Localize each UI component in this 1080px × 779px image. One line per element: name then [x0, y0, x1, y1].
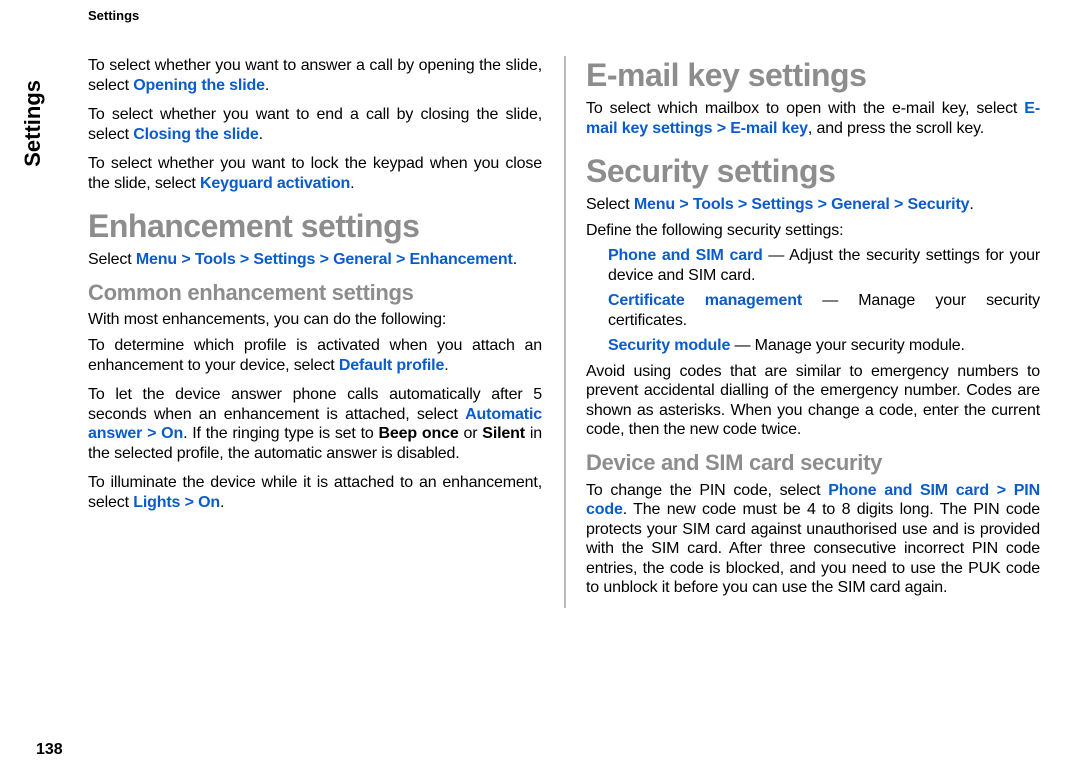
para-avoid-codes: Avoid using codes that are similar to em…	[586, 362, 1040, 440]
column-left: To select whether you want to answer a c…	[88, 56, 542, 608]
para-most-enhancements: With most enhancements, you can do the f…	[88, 310, 542, 330]
link-on: On	[161, 425, 183, 442]
text: To select which mailbox to open with the…	[586, 100, 1024, 117]
link-email-key: E-mail key	[730, 120, 808, 137]
link-enhancement: Enhancement	[409, 251, 512, 268]
link-tools: Tools	[195, 251, 236, 268]
link-phone-and-sim: Phone and SIM card	[608, 247, 763, 264]
link-phone-and-sim: Phone and SIM card	[828, 482, 989, 499]
heading-security-settings: Security settings	[586, 152, 1040, 191]
chevron-icon: >	[712, 120, 730, 137]
chevron-icon: >	[989, 482, 1014, 499]
page: Settings Settings 138 To select whether …	[0, 0, 1080, 779]
nav-path-security: Select Menu > Tools > Settings > General…	[586, 195, 1040, 215]
para-pin-code: To change the PIN code, select Phone and…	[586, 481, 1040, 598]
para-automatic-answer: To let the device answer phone calls aut…	[88, 385, 542, 463]
text: .	[969, 196, 973, 213]
link-beep-once: Beep once	[379, 425, 459, 442]
para-answer-call: To select whether you want to answer a c…	[88, 56, 542, 95]
para-end-call: To select whether you want to end a call…	[88, 105, 542, 144]
chevron-icon: >	[813, 196, 831, 213]
text: .	[220, 494, 224, 511]
chevron-icon: >	[180, 494, 198, 511]
running-header: Settings	[88, 8, 139, 23]
link-tools: Tools	[693, 196, 734, 213]
text: — Manage your security module.	[730, 337, 965, 354]
sidebar-chapter-label: Settings	[20, 80, 46, 167]
heading-email-key-settings: E-mail key settings	[586, 56, 1040, 95]
para-default-profile: To determine which profile is activated …	[88, 336, 542, 375]
link-general: General	[333, 251, 392, 268]
link-certificate-management: Certificate management	[608, 292, 802, 309]
text: Select	[88, 251, 136, 268]
text: or	[459, 425, 483, 442]
text: .	[259, 126, 263, 143]
link-opening-slide: Opening the slide	[133, 77, 265, 94]
link-menu: Menu	[634, 196, 675, 213]
link-silent: Silent	[482, 425, 525, 442]
link-general: General	[831, 196, 890, 213]
link-menu: Menu	[136, 251, 177, 268]
chevron-icon: >	[177, 251, 195, 268]
heading-device-sim-security: Device and SIM card security	[586, 450, 1040, 477]
link-on: On	[198, 494, 220, 511]
link-default-profile: Default profile	[339, 357, 444, 374]
column-right: E-mail key settings To select which mail…	[564, 56, 1040, 608]
li-cert-mgmt: Certificate management — Manage your sec…	[608, 291, 1040, 330]
nav-path-enhancement: Select Menu > Tools > Settings > General…	[88, 250, 542, 270]
chevron-icon: >	[142, 425, 161, 442]
heading-enhancement-settings: Enhancement settings	[88, 207, 542, 246]
two-column-layout: To select whether you want to answer a c…	[88, 56, 1040, 608]
text: .	[513, 251, 517, 268]
text: .	[265, 77, 269, 94]
link-security: Security	[907, 196, 969, 213]
para-email-key: To select which mailbox to open with the…	[586, 99, 1040, 138]
text: , and press the scroll key.	[808, 120, 984, 137]
page-number: 138	[36, 741, 63, 759]
text: To determine which profile is activated …	[88, 337, 542, 374]
text: . The new code must be 4 to 8 digits lon…	[586, 501, 1040, 596]
link-settings: Settings	[751, 196, 813, 213]
chevron-icon: >	[236, 251, 254, 268]
li-security-module: Security module — Manage your security m…	[608, 336, 1040, 356]
chevron-icon: >	[890, 196, 908, 213]
text: .	[444, 357, 448, 374]
text: . If the ringing type is set to	[183, 425, 378, 442]
text: To change the PIN code, select	[586, 482, 828, 499]
text: Select	[586, 196, 634, 213]
text: .	[350, 175, 354, 192]
chevron-icon: >	[315, 251, 333, 268]
chevron-icon: >	[392, 251, 410, 268]
chevron-icon: >	[675, 196, 693, 213]
para-define-following: Define the following security settings:	[586, 221, 1040, 241]
chevron-icon: >	[734, 196, 752, 213]
li-phone-sim: Phone and SIM card — Adjust the security…	[608, 246, 1040, 285]
link-keyguard-activation: Keyguard activation	[200, 175, 350, 192]
para-lights: To illuminate the device while it is att…	[88, 473, 542, 512]
para-lock-keypad: To select whether you want to lock the k…	[88, 154, 542, 193]
link-settings: Settings	[253, 251, 315, 268]
link-security-module: Security module	[608, 337, 730, 354]
link-closing-slide: Closing the slide	[133, 126, 258, 143]
link-lights: Lights	[133, 494, 180, 511]
heading-common-enhancement: Common enhancement settings	[88, 280, 542, 307]
